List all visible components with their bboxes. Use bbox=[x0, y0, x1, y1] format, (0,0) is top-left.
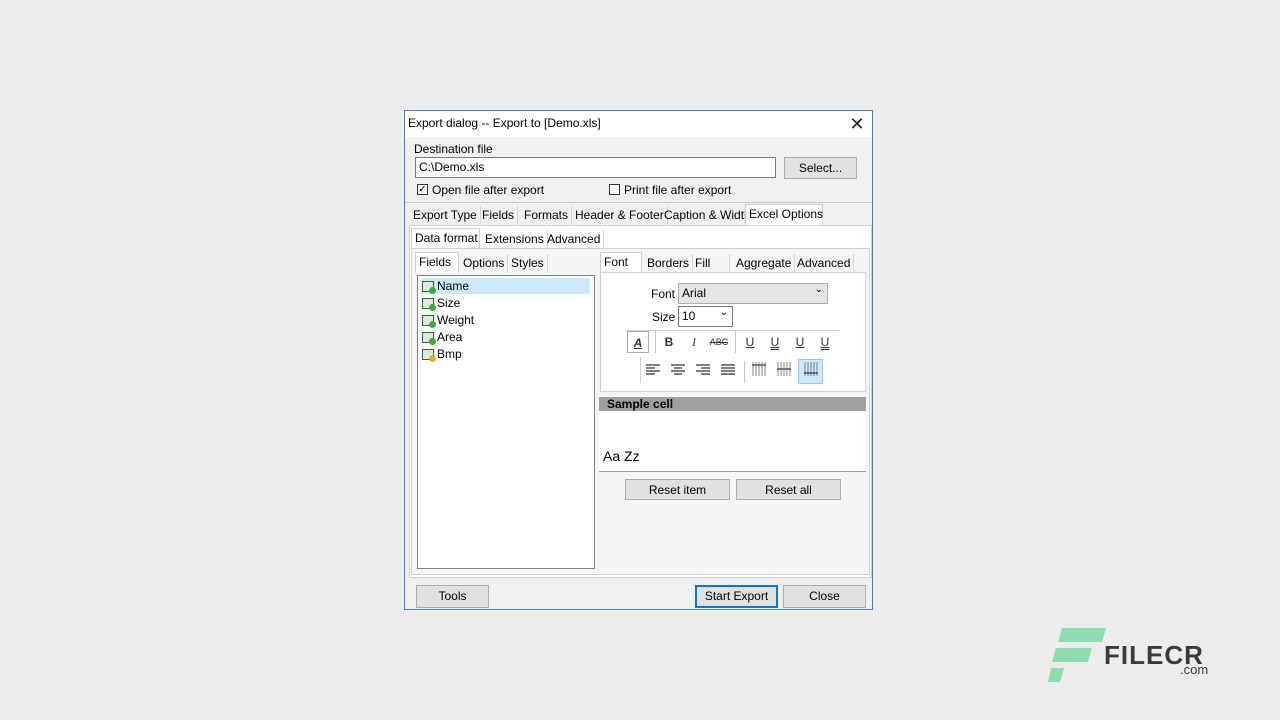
font-value: Arial bbox=[682, 286, 707, 300]
underline-accounting-icon[interactable]: U bbox=[789, 331, 811, 353]
size-label: Size bbox=[652, 310, 676, 324]
field-icon bbox=[422, 298, 436, 312]
tools-button[interactable]: Tools bbox=[416, 585, 489, 608]
open-after-export-checkbox[interactable]: ✓ bbox=[417, 184, 428, 195]
tab-caption-width[interactable]: Caption & Width bbox=[661, 206, 755, 225]
tree-item[interactable]: Weight bbox=[422, 312, 475, 329]
align-justify-icon[interactable] bbox=[717, 361, 739, 383]
italic-icon[interactable]: I bbox=[683, 331, 705, 353]
select-button[interactable]: Select... bbox=[784, 157, 857, 179]
chevron-down-icon: ⌄ bbox=[814, 284, 823, 295]
toolbar-separator bbox=[655, 331, 656, 353]
destination-input[interactable]: C:\Demo.xls bbox=[415, 157, 776, 178]
chevron-down-icon: ⌄ bbox=[719, 307, 728, 318]
tab-fields[interactable]: Fields bbox=[479, 206, 519, 225]
underline-double-icon[interactable]: U bbox=[764, 331, 786, 353]
toolbar-separator bbox=[744, 361, 745, 383]
tab-left-options[interactable]: Options bbox=[460, 254, 509, 273]
reset-all-button[interactable]: Reset all bbox=[736, 479, 841, 500]
size-select[interactable]: 10 ⌄ bbox=[678, 306, 733, 327]
tab-data-format[interactable]: Data format bbox=[411, 228, 480, 249]
open-after-export-label: Open file after export bbox=[432, 183, 545, 197]
sample-divider bbox=[599, 471, 866, 472]
size-value: 10 bbox=[682, 309, 696, 323]
align-center-icon[interactable] bbox=[667, 361, 689, 383]
print-after-export-checkbox[interactable] bbox=[609, 184, 620, 195]
toolbar-border bbox=[640, 357, 641, 383]
watermark-suffix: .com bbox=[1180, 662, 1209, 677]
close-button[interactable]: Close bbox=[783, 585, 866, 608]
tab-font[interactable]: Font bbox=[600, 252, 642, 273]
valign-bottom-icon[interactable] bbox=[798, 359, 823, 384]
tab-extensions[interactable]: Extensions bbox=[482, 230, 548, 249]
bold-icon[interactable]: B bbox=[658, 331, 680, 353]
field-icon bbox=[422, 349, 436, 363]
tab-fill[interactable]: Fill bbox=[692, 254, 730, 273]
tab-borders[interactable]: Borders bbox=[644, 254, 694, 273]
font-color-icon[interactable]: A bbox=[627, 331, 649, 353]
reset-item-button[interactable]: Reset item bbox=[625, 479, 730, 500]
sample-cell-header: Sample cell bbox=[599, 397, 866, 411]
valign-top-icon[interactable] bbox=[748, 361, 770, 383]
field-label: Area bbox=[437, 330, 463, 344]
close-icon[interactable]: ✕ bbox=[845, 113, 869, 135]
destination-label: Destination file bbox=[414, 142, 493, 156]
fields-tree[interactable]: Name Size Weight Area Bmp bbox=[417, 275, 595, 569]
tab-excel-options[interactable]: Excel Options bbox=[745, 204, 823, 225]
field-icon bbox=[422, 315, 436, 329]
tab-export-type[interactable]: Export Type bbox=[410, 206, 481, 225]
underline-double-accounting-icon[interactable]: U bbox=[814, 331, 836, 353]
tab-header-footer[interactable]: Header & Footer bbox=[572, 206, 668, 225]
tree-item[interactable]: Area bbox=[422, 329, 463, 346]
export-dialog: Export dialog -- Export to [Demo.xls] ✕ … bbox=[404, 110, 873, 610]
start-export-button[interactable]: Start Export bbox=[695, 585, 778, 608]
underline-single-icon[interactable]: U bbox=[739, 331, 761, 353]
strikethrough-icon[interactable]: ABC bbox=[708, 331, 730, 353]
font-select[interactable]: Arial ⌄ bbox=[678, 283, 828, 304]
tab-formats[interactable]: Formats bbox=[521, 206, 573, 225]
field-label: Weight bbox=[437, 313, 475, 327]
align-left-icon[interactable] bbox=[642, 361, 664, 383]
checkmark-icon: ✓ bbox=[418, 184, 427, 195]
dialog-title: Export dialog -- Export to [Demo.xls] bbox=[408, 116, 601, 130]
tab-left-fields[interactable]: Fields bbox=[415, 252, 459, 273]
tab-aggregate[interactable]: Aggregate bbox=[733, 254, 796, 273]
field-label: Bmp bbox=[437, 347, 462, 361]
tab-advanced[interactable]: Advanced bbox=[544, 230, 605, 249]
toolbar-separator bbox=[735, 331, 736, 353]
tab-right-advanced[interactable]: Advanced bbox=[794, 254, 855, 273]
sample-text: Aa Zz bbox=[603, 448, 640, 464]
title-bar: Export dialog -- Export to [Demo.xls] ✕ bbox=[405, 111, 872, 137]
tree-item[interactable]: Size bbox=[422, 295, 461, 312]
field-label: Name bbox=[437, 279, 470, 293]
print-after-export-label: Print file after export bbox=[624, 183, 732, 197]
field-icon bbox=[422, 332, 436, 346]
tree-item[interactable]: Name bbox=[422, 278, 590, 295]
valign-middle-icon[interactable] bbox=[773, 361, 795, 383]
tree-item[interactable]: Bmp bbox=[422, 346, 462, 363]
align-right-icon[interactable] bbox=[692, 361, 714, 383]
font-label: Font bbox=[651, 287, 676, 301]
field-icon bbox=[422, 281, 436, 295]
divider bbox=[405, 202, 872, 203]
field-label: Size bbox=[437, 296, 461, 310]
filecr-logo bbox=[1048, 628, 1108, 682]
tab-left-styles[interactable]: Styles bbox=[508, 254, 548, 273]
